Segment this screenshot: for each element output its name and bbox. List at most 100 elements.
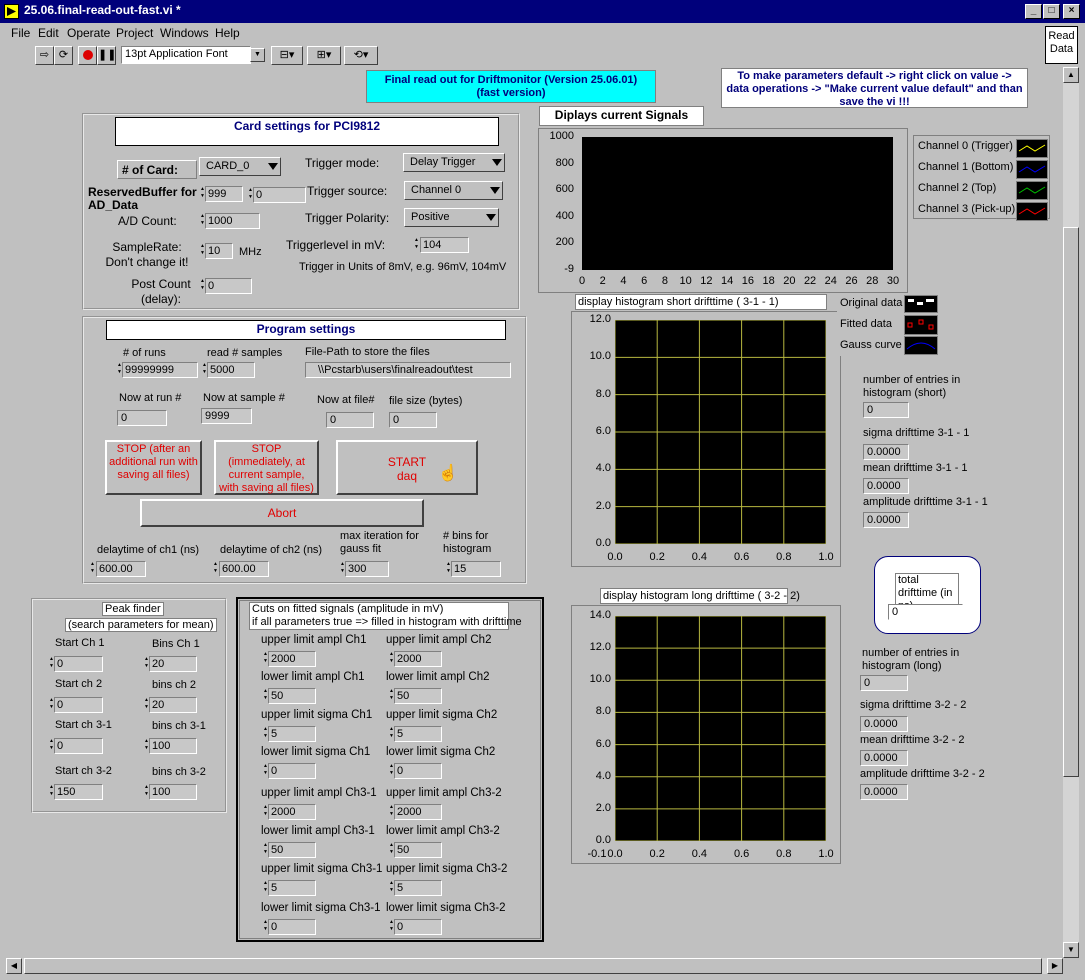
spinner-icon[interactable]: ▲ ▼ — [262, 842, 269, 858]
spinner-icon[interactable]: ▲ ▼ — [339, 561, 346, 577]
spinner-icon[interactable]: ▲ ▼ — [262, 880, 269, 896]
scroll-down-icon[interactable]: ▼ — [1063, 942, 1079, 958]
spinner-icon[interactable]: ▲ ▼ — [89, 561, 96, 577]
cut-input[interactable]: 5 — [268, 880, 316, 896]
cut-input[interactable]: 0 — [268, 763, 316, 779]
spinner-icon[interactable]: ▲ ▼ — [388, 919, 395, 935]
menu-operate[interactable]: Operate — [67, 26, 110, 40]
start2-input[interactable]: 0 — [54, 697, 103, 713]
cut-input[interactable]: 5 — [394, 726, 442, 742]
ad-count-input[interactable]: 1000 — [205, 213, 260, 229]
font-select[interactable]: 13pt Application Font — [121, 46, 251, 64]
cut-input[interactable]: 50 — [268, 688, 316, 704]
cut-input[interactable]: 5 — [268, 726, 316, 742]
bins-input[interactable]: 15 — [451, 561, 501, 577]
read-data-icon[interactable]: Read Data — [1045, 26, 1078, 64]
distribute-objects-icon[interactable]: ⊞▾ — [307, 46, 341, 65]
maximize-button[interactable]: □ — [1043, 4, 1060, 19]
scroll-right-icon[interactable]: ▶ — [1047, 958, 1063, 974]
bins1-input[interactable]: 20 — [149, 656, 197, 672]
bins31-input[interactable]: 100 — [149, 738, 197, 754]
reorder-icon[interactable]: ⟲▾ — [344, 46, 378, 65]
spinner-icon[interactable]: ▲ ▼ — [143, 738, 150, 754]
scroll-up-icon[interactable]: ▲ — [1063, 67, 1079, 83]
spinner-icon[interactable]: ▲ ▼ — [199, 278, 206, 294]
delay2-input[interactable]: 600.00 — [219, 561, 269, 577]
stop-after-run-button[interactable]: STOP (after an additional run with savin… — [105, 440, 202, 495]
vertical-scrollbar[interactable]: ▲ ▼ — [1063, 67, 1079, 958]
spinner-icon[interactable]: ▲ ▼ — [388, 880, 395, 896]
samples-input[interactable]: 5000 — [207, 362, 255, 378]
num-card-select[interactable]: CARD_0 — [199, 157, 281, 176]
run-arrow-icon[interactable]: ⇨ — [35, 46, 54, 65]
menu-file[interactable]: File — [11, 26, 30, 40]
spinner-icon[interactable]: ▲ ▼ — [48, 656, 55, 672]
spinner-icon[interactable]: ▲ ▼ — [199, 243, 206, 259]
minimize-button[interactable]: _ — [1025, 4, 1042, 19]
spinner-icon[interactable]: ▲ ▼ — [388, 842, 395, 858]
cut-input[interactable]: 50 — [268, 842, 316, 858]
spinner-icon[interactable]: ▲ ▼ — [143, 784, 150, 800]
pause-icon[interactable]: ❚❚ — [97, 46, 116, 65]
horizontal-scrollbar[interactable]: ◀ ▶ — [6, 958, 1063, 974]
cut-input[interactable]: 50 — [394, 842, 442, 858]
spinner-icon[interactable]: ▲ ▼ — [262, 919, 269, 935]
spinner-icon[interactable]: ▲ ▼ — [116, 362, 123, 378]
stop-immediately-button[interactable]: STOP (immediately, at current sample, wi… — [214, 440, 319, 495]
cut-input[interactable]: 0 — [268, 919, 316, 935]
trigger-source-select[interactable]: Channel 0 — [404, 181, 503, 200]
start31-input[interactable]: 0 — [54, 738, 103, 754]
delay1-input[interactable]: 600.00 — [96, 561, 146, 577]
scroll-thumb[interactable] — [24, 958, 1042, 974]
trigger-polarity-select[interactable]: Positive — [404, 208, 499, 227]
spinner-icon[interactable]: ▲ ▼ — [262, 726, 269, 742]
spinner-icon[interactable]: ▲ ▼ — [143, 656, 150, 672]
max-iter-input[interactable]: 300 — [345, 561, 389, 577]
start32-input[interactable]: 150 — [54, 784, 103, 800]
spinner-icon[interactable]: ▲ ▼ — [388, 688, 395, 704]
sample-rate-input[interactable]: 10 — [205, 243, 233, 259]
runs-input[interactable]: 99999999 — [122, 362, 198, 378]
start-daq-button[interactable]: START daq ☝ — [336, 440, 478, 495]
spinner-icon[interactable]: ▲ ▼ — [201, 362, 208, 378]
reserved-buffer-2-input[interactable]: 0 — [253, 187, 306, 203]
spinner-icon[interactable]: ▲ ▼ — [388, 804, 395, 820]
file-path-input[interactable]: \\Pcstarb\users\finalreadout\test — [305, 362, 511, 378]
bins32-input[interactable]: 100 — [149, 784, 197, 800]
spinner-icon[interactable]: ▲ ▼ — [388, 763, 395, 779]
cut-input[interactable]: 5 — [394, 880, 442, 896]
spinner-icon[interactable]: ▲ ▼ — [48, 697, 55, 713]
cut-input[interactable]: 0 — [394, 919, 442, 935]
trigger-level-input[interactable]: 104 — [420, 237, 469, 253]
spinner-icon[interactable]: ▲ ▼ — [262, 651, 269, 667]
menu-windows[interactable]: Windows — [160, 26, 209, 40]
close-button[interactable]: × — [1063, 4, 1080, 19]
cut-input[interactable]: 2000 — [268, 804, 316, 820]
cut-input[interactable]: 50 — [394, 688, 442, 704]
spinner-icon[interactable]: ▲ ▼ — [388, 651, 395, 667]
spinner-icon[interactable]: ▲ ▼ — [199, 213, 206, 229]
cut-input[interactable]: 2000 — [394, 804, 442, 820]
spinner-icon[interactable]: ▲ ▼ — [143, 697, 150, 713]
spinner-icon[interactable]: ▲ ▼ — [262, 804, 269, 820]
spinner-icon[interactable]: ▲ ▼ — [212, 561, 219, 577]
cut-input[interactable]: 2000 — [268, 651, 316, 667]
post-count-input[interactable]: 0 — [205, 278, 252, 294]
trigger-mode-select[interactable]: Delay Trigger — [403, 153, 505, 172]
spinner-icon[interactable]: ▲ ▼ — [388, 726, 395, 742]
scroll-left-icon[interactable]: ◀ — [6, 958, 22, 974]
menu-edit[interactable]: Edit — [38, 26, 59, 40]
scroll-thumb[interactable] — [1063, 227, 1079, 777]
cut-input[interactable]: 0 — [394, 763, 442, 779]
spinner-icon[interactable]: ▲ ▼ — [413, 237, 420, 253]
abort-button[interactable]: Abort — [140, 499, 424, 527]
spinner-icon[interactable]: ▲ ▼ — [48, 738, 55, 754]
menu-project[interactable]: Project — [116, 26, 153, 40]
spinner-icon[interactable]: ▲ ▼ — [48, 784, 55, 800]
menu-help[interactable]: Help — [215, 26, 240, 40]
run-continuous-icon[interactable]: ⟳ — [54, 46, 73, 65]
spinner-icon[interactable]: ▲ ▼ — [262, 688, 269, 704]
cut-input[interactable]: 2000 — [394, 651, 442, 667]
spinner-icon[interactable]: ▲ ▼ — [247, 187, 254, 203]
start1-input[interactable]: 0 — [54, 656, 103, 672]
